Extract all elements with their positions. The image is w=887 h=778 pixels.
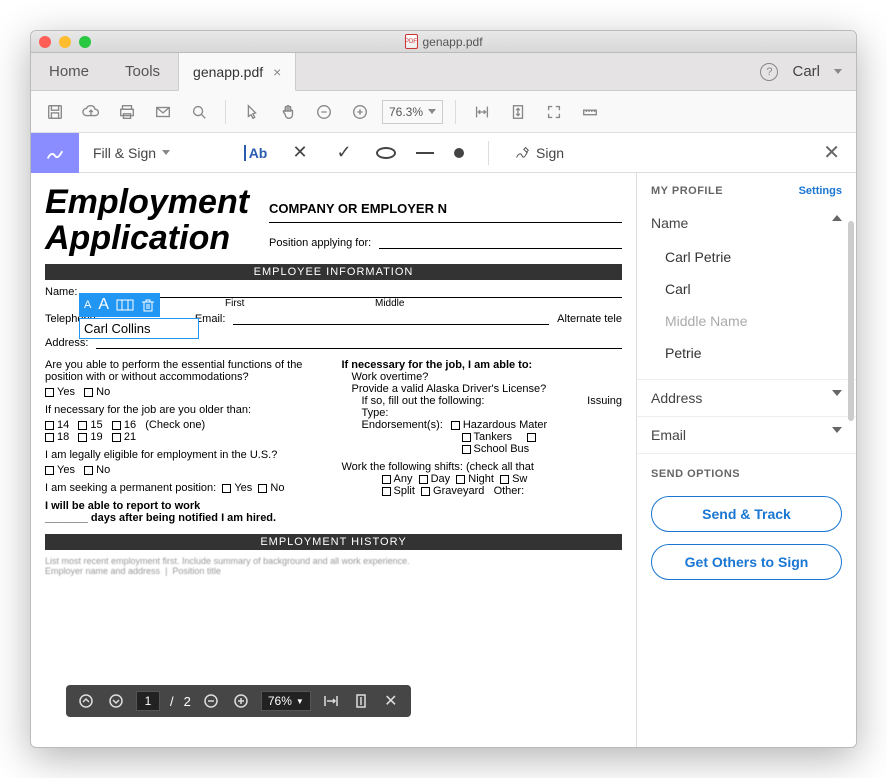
send-options-header: SEND OPTIONS <box>637 454 856 490</box>
document-tab-label: genapp.pdf <box>193 64 263 80</box>
address-section-label: Address <box>651 390 702 406</box>
sign-label: Sign <box>536 145 564 161</box>
titlebar: PDF genapp.pdf <box>31 31 856 53</box>
email-icon[interactable] <box>149 98 177 126</box>
fill-sign-label: Fill & Sign <box>93 145 156 161</box>
page-separator: / <box>170 694 174 709</box>
document-tab[interactable]: genapp.pdf × <box>178 53 296 91</box>
user-menu-caret-icon[interactable] <box>834 69 842 74</box>
form-title-1: Employment <box>45 185 249 221</box>
delete-text-button[interactable] <box>141 296 155 314</box>
pdf-file-icon: PDF <box>404 34 417 49</box>
print-icon[interactable] <box>113 98 141 126</box>
profile-sidepanel: MY PROFILE Settings Name Carl Petrie Car… <box>636 173 856 747</box>
send-track-button[interactable]: Send & Track <box>651 496 842 532</box>
zoom-level-select[interactable]: 76%▼ <box>261 691 311 711</box>
page-nav-toolbar: 1 / 2 76%▼ ✕ <box>66 685 411 717</box>
profile-middlename-placeholder[interactable]: Middle Name <box>665 305 842 337</box>
zoom-level-value: 76% <box>268 694 292 708</box>
measure-icon[interactable] <box>576 98 604 126</box>
form-title-2: Application <box>45 221 249 257</box>
chevron-down-icon <box>162 150 170 155</box>
zoom-out-button[interactable] <box>201 691 221 711</box>
hand-icon[interactable] <box>274 98 302 126</box>
user-menu[interactable]: Carl <box>792 63 820 80</box>
text-spacing-button[interactable] <box>116 296 134 314</box>
address-section-toggle[interactable]: Address <box>637 380 856 417</box>
text-annotation-popup: A A Carl Collins <box>79 293 199 339</box>
page-total: 2 <box>184 694 191 709</box>
text-tool[interactable]: Ab <box>244 145 268 161</box>
dot-tool[interactable] <box>454 148 464 158</box>
email-section-toggle[interactable]: Email <box>637 417 856 454</box>
page-number-input[interactable]: 1 <box>136 691 160 711</box>
my-profile-header: MY PROFILE <box>651 185 723 197</box>
home-tab[interactable]: Home <box>31 53 107 90</box>
zoom-out-icon[interactable] <box>310 98 338 126</box>
chevron-down-icon <box>428 109 436 114</box>
fit-page-icon[interactable] <box>504 98 532 126</box>
scrollbar[interactable] <box>848 221 854 421</box>
line-tool[interactable] <box>416 152 434 154</box>
profile-firstname[interactable]: Carl <box>665 273 842 305</box>
zoom-value: 76.3% <box>389 105 423 119</box>
chevron-up-icon <box>832 215 842 221</box>
employment-history-header: EMPLOYMENT HISTORY <box>45 534 622 550</box>
close-tab-button[interactable]: × <box>273 64 281 80</box>
close-nav-button[interactable]: ✕ <box>381 691 401 711</box>
close-window-button[interactable] <box>39 36 51 48</box>
window-title: genapp.pdf <box>422 35 482 49</box>
profile-fullname[interactable]: Carl Petrie <box>665 241 842 273</box>
get-others-sign-button[interactable]: Get Others to Sign <box>651 544 842 580</box>
help-icon[interactable]: ? <box>760 63 778 81</box>
fill-sign-dropdown[interactable]: Fill & Sign <box>79 145 184 161</box>
x-mark-tool[interactable]: ✕ <box>288 142 312 163</box>
zoom-select[interactable]: 76.3% <box>382 100 443 124</box>
name-label: Name: <box>45 286 77 298</box>
position-label: Position applying for: <box>269 237 371 249</box>
fullscreen-icon[interactable] <box>540 98 568 126</box>
name-section-toggle[interactable]: Name <box>637 205 856 241</box>
text-larger-button[interactable]: A <box>98 296 109 314</box>
save-icon[interactable] <box>41 98 69 126</box>
fill-sign-toolbar: Fill & Sign Ab ✕ ✓ Sign ✕ <box>31 133 856 173</box>
checkmark-tool[interactable]: ✓ <box>332 142 356 163</box>
page-up-icon[interactable] <box>76 691 96 711</box>
company-label: COMPANY OR EMPLOYER N <box>269 201 622 216</box>
search-icon[interactable] <box>185 98 213 126</box>
cloud-upload-icon[interactable] <box>77 98 105 126</box>
profile-lastname[interactable]: Petrie <box>665 337 842 369</box>
circle-tool[interactable] <box>376 147 396 159</box>
pdf-page: Employment Application COMPANY OR EMPLOY… <box>31 173 636 747</box>
email-section-label: Email <box>651 427 686 443</box>
fill-sign-mode-icon[interactable] <box>31 133 79 173</box>
employee-info-header: EMPLOYEE INFORMATION <box>45 264 622 280</box>
fit-page-button[interactable] <box>351 691 371 711</box>
chevron-down-icon <box>832 427 842 433</box>
cursor-icon[interactable] <box>238 98 266 126</box>
chevron-down-icon <box>832 390 842 396</box>
maximize-window-button[interactable] <box>79 36 91 48</box>
settings-link[interactable]: Settings <box>799 185 842 197</box>
fit-width-button[interactable] <box>321 691 341 711</box>
sign-tool[interactable]: Sign <box>513 144 564 162</box>
text-input-field[interactable]: Carl Collins <box>79 318 199 339</box>
document-viewport[interactable]: Employment Application COMPANY OR EMPLOY… <box>31 173 636 747</box>
fit-width-icon[interactable] <box>468 98 496 126</box>
minimize-window-button[interactable] <box>59 36 71 48</box>
main-toolbar: 76.3% <box>31 91 856 133</box>
text-smaller-button[interactable]: A <box>84 296 91 314</box>
page-down-icon[interactable] <box>106 691 126 711</box>
zoom-in-icon[interactable] <box>346 98 374 126</box>
tabbar: Home Tools genapp.pdf × ? Carl <box>31 53 856 91</box>
tools-tab[interactable]: Tools <box>107 53 178 90</box>
zoom-in-button[interactable] <box>231 691 251 711</box>
name-section-label: Name <box>651 215 688 231</box>
close-fill-sign-button[interactable]: ✕ <box>807 140 856 165</box>
